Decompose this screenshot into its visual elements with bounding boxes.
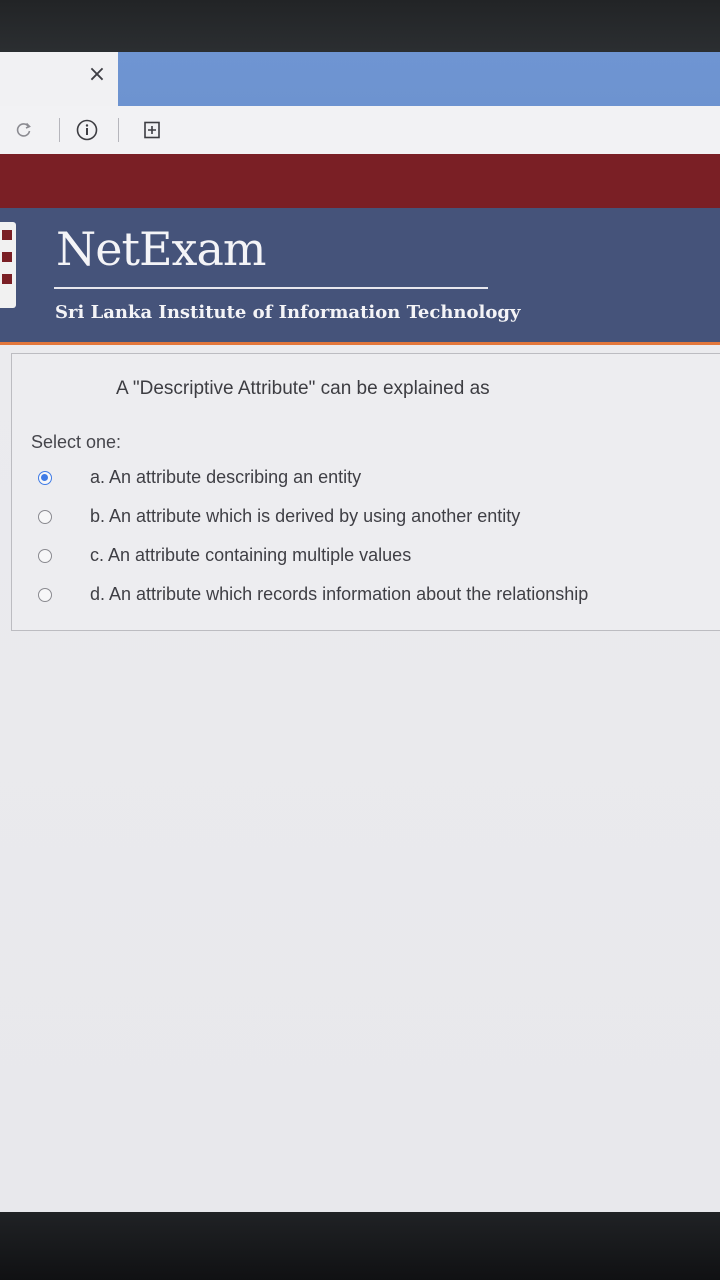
tab-close-icon[interactable]: × — [86, 64, 108, 86]
question-text: A "Descriptive Attribute" can be explain… — [116, 378, 490, 399]
radio-d[interactable] — [38, 588, 52, 602]
radio-a[interactable] — [38, 471, 52, 485]
screen-bezel — [0, 1212, 720, 1280]
site-header: NetExam Sri Lanka Institute of Informati… — [0, 208, 720, 345]
select-one-label: Select one: — [31, 432, 122, 452]
bookmark-add-icon[interactable] — [136, 114, 168, 146]
info-icon[interactable] — [71, 114, 103, 146]
toolbar-separator — [59, 118, 60, 142]
radio-c[interactable] — [38, 549, 52, 563]
tab-bar: × — [0, 52, 720, 106]
brand-bar — [0, 154, 720, 210]
browser-toolbar — [0, 106, 720, 155]
toolbar-separator — [118, 118, 119, 142]
question-card: A "Descriptive Attribute" can be explain… — [11, 353, 720, 631]
option-label: a. An attribute describing an entity — [90, 467, 362, 487]
title-divider — [54, 287, 488, 289]
option-label: d. An attribute which records informatio… — [90, 584, 589, 604]
main-content: A "Descriptive Attribute" can be explain… — [0, 345, 720, 1212]
answer-option-c[interactable]: c. An attribute containing multiple valu… — [36, 544, 696, 574]
option-label: c. An attribute containing multiple valu… — [90, 545, 412, 565]
answer-option-b[interactable]: b. An attribute which is derived by usin… — [36, 505, 696, 535]
radio-b[interactable] — [38, 510, 52, 524]
tab-strip[interactable] — [118, 52, 720, 106]
option-label: b. An attribute which is derived by usin… — [90, 506, 521, 526]
crest-logo — [0, 222, 16, 308]
active-tab[interactable]: × — [0, 52, 118, 106]
reload-icon[interactable] — [8, 114, 40, 146]
answer-option-d[interactable]: d. An attribute which records informatio… — [36, 583, 696, 613]
institute-name: Sri Lanka Institute of Information Techn… — [55, 302, 521, 323]
screen: × NetExam Sri Lanka Institute of Informa… — [0, 0, 720, 1280]
answer-option-a[interactable]: a. An attribute describing an entity — [36, 466, 696, 496]
browser-window: × NetExam Sri Lanka Institute of Informa… — [0, 52, 720, 1212]
site-title: NetExam — [56, 222, 267, 276]
